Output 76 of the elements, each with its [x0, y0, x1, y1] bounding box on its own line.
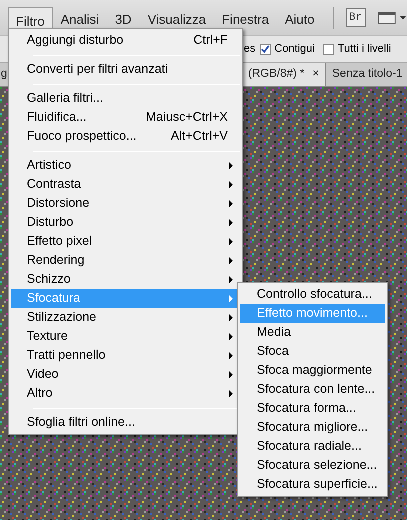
item-label: Converti per filtri avanzati — [27, 61, 168, 78]
item-label: Altro — [27, 385, 53, 402]
item-label: Rendering — [27, 252, 85, 270]
menu-item[interactable]: Aiuto — [277, 7, 323, 33]
menu-item[interactable]: Distorsione — [11, 194, 240, 213]
submenu-arrow-icon — [229, 314, 233, 322]
menu-item[interactable]: Fluidifica... Maiusc+Ctrl+X — [11, 108, 240, 127]
option-label: es — [244, 42, 256, 57]
item-label: Aggiungi disturbo — [27, 32, 124, 50]
submenu-item[interactable]: Sfocatura con lente... — [240, 380, 385, 399]
shortcut-label: Alt+Ctrl+V — [171, 128, 229, 146]
bridge-button[interactable]: Br — [346, 8, 366, 27]
menu-item[interactable]: Schizzo — [11, 270, 240, 289]
menu-item[interactable]: Converti per filtri avanzati — [11, 60, 240, 79]
submenu-arrow-icon — [229, 276, 233, 284]
submenu-arrow-icon — [229, 352, 233, 360]
menu-item[interactable]: Altro — [11, 384, 240, 403]
checkbox[interactable] — [260, 44, 271, 54]
submenu-arrow-icon — [229, 218, 233, 226]
checkbox-label: Contigui — [274, 42, 315, 57]
submenu-item[interactable]: Media — [240, 323, 385, 342]
submenu-arrow-icon — [229, 294, 233, 302]
submenu-item[interactable]: Sfocatura migliore... — [240, 418, 385, 437]
submenu-item[interactable]: Sfocatura forma... — [240, 399, 385, 418]
submenu-arrow-icon — [229, 256, 233, 264]
item-label: Sfoglia filtri online... — [27, 414, 136, 432]
submenu-arrow-icon — [229, 332, 233, 340]
menu-item[interactable]: Artistico — [11, 156, 240, 175]
menu-item[interactable]: Disturbo — [11, 213, 240, 232]
menu-item[interactable]: Contrasta — [11, 175, 240, 194]
shortcut-label: Ctrl+F — [194, 32, 229, 50]
submenu-item[interactable]: Controllo sfocatura... — [240, 285, 385, 304]
tab-label: Senza titolo-1 — [332, 66, 403, 82]
item-label: Galleria filtri... — [27, 90, 104, 108]
menu-item[interactable]: Stilizzazione — [11, 308, 240, 327]
menu-item[interactable]: Effetto pixel — [11, 232, 240, 251]
submenu-arrow-icon — [229, 238, 233, 246]
item-label: Stilizzazione — [27, 309, 96, 326]
submenu-arrow-icon — [229, 162, 233, 170]
item-label: Tratti pennello — [27, 347, 106, 364]
close-icon[interactable]: × — [312, 66, 320, 84]
document-tab[interactable]: (RGB/8#) * × — [242, 63, 326, 86]
submenu-arrow-icon — [229, 370, 233, 378]
checkbox[interactable] — [322, 44, 334, 54]
item-label: Disturbo — [27, 214, 74, 232]
menu-item[interactable]: Video — [11, 365, 240, 384]
submenu-item[interactable]: Sfocatura radiale... — [240, 437, 385, 456]
menu-item[interactable]: Rendering — [11, 251, 240, 270]
item-label: Fluidifica... — [27, 109, 87, 126]
submenu-arrow-icon — [229, 180, 233, 188]
submenu-item[interactable]: Sfoca — [240, 342, 385, 361]
item-label: Video — [27, 366, 59, 384]
menu-item[interactable]: Galleria filtri... — [11, 89, 240, 108]
item-label: Artistico — [27, 157, 72, 174]
item-label: Contrasta — [27, 176, 82, 194]
submenu-arrow-icon — [229, 390, 233, 398]
menu-item[interactable]: Tratti pennello — [11, 346, 240, 365]
submenu-arrow-icon — [229, 200, 233, 208]
item-label: Distorsione — [27, 195, 90, 212]
submenu-item[interactable]: Sfocatura superficie... — [240, 475, 385, 494]
menu-item[interactable]: Fuoco prospettico... Alt+Ctrl+V — [11, 127, 240, 146]
checkbox-label: Tutti i livelli — [338, 42, 392, 57]
tab-label: g — [1, 66, 8, 82]
item-label: Effetto pixel — [27, 233, 92, 250]
item-label: Fuoco prospettico... — [27, 128, 137, 146]
screen-mode-icon[interactable] — [378, 10, 407, 24]
tab-label: (RGB/8#) * — [248, 66, 305, 82]
menu-item[interactable]: Texture — [11, 327, 240, 346]
item-label: Texture — [27, 328, 68, 346]
submenu-item[interactable]: Sfocatura selezione... — [240, 456, 385, 475]
menu-item[interactable]: Sfoglia filtri online... — [11, 413, 240, 432]
item-label: Sfocatura — [27, 290, 81, 308]
submenu-item[interactable]: Sfoca maggiormente — [240, 361, 385, 380]
document-tab[interactable]: Senza titolo-1 — [326, 63, 407, 86]
shortcut-label: Maiusc+Ctrl+X — [146, 109, 229, 126]
item-label: Schizzo — [27, 271, 71, 288]
